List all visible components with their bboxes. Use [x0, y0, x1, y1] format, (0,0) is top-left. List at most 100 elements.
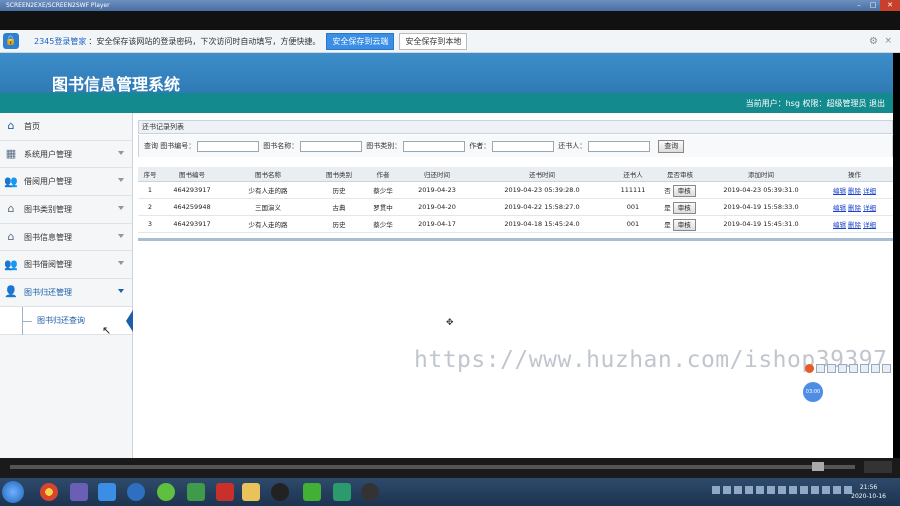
col-header: 图书类别	[314, 167, 364, 182]
sidebar-item-home[interactable]: ⌂ 首页	[0, 113, 132, 141]
delete-link[interactable]: 删除	[848, 204, 861, 212]
tray-icon[interactable]	[833, 486, 841, 494]
password-manager-brand[interactable]: 2345登录管家	[34, 36, 86, 47]
delete-link[interactable]: 删除	[848, 221, 861, 229]
chrome-icon[interactable]	[40, 483, 58, 501]
user-icon: 👤	[4, 285, 18, 299]
detail-link[interactable]: 详细	[863, 187, 876, 195]
user-info[interactable]: 当前用户：hsg 权限：超级管理员 退出	[746, 98, 885, 109]
sidebar-item-book-borrow[interactable]: 👥 图书借阅管理	[0, 251, 132, 280]
cell-returner: 001	[612, 215, 654, 233]
cell-due: 2019-04-20	[402, 198, 472, 216]
tray-icon[interactable]	[712, 486, 720, 494]
sidebar-item-book-info[interactable]: ⌂ 图书信息管理	[0, 224, 132, 252]
tray-icon[interactable]	[723, 486, 731, 494]
col-header: 图书名称	[222, 167, 314, 182]
book-no-input[interactable]	[197, 140, 260, 152]
media-icon[interactable]	[70, 483, 88, 501]
ime-tools-icon[interactable]	[882, 364, 891, 373]
gear-icon[interactable]: ⚙	[869, 36, 878, 47]
maximize-icon[interactable]: □	[866, 0, 880, 11]
tray-icon[interactable]	[756, 486, 764, 494]
ime-lang-icon[interactable]	[816, 364, 825, 373]
tray-icon[interactable]	[800, 486, 808, 494]
ime-emoji-icon[interactable]	[838, 364, 847, 373]
cell-category: 古典	[314, 198, 364, 216]
tray-icon[interactable]	[767, 486, 775, 494]
cell-returner: 001	[612, 198, 654, 216]
browser-icon[interactable]	[127, 483, 145, 501]
cell-returner: 111111	[612, 181, 654, 199]
ime-toolbar[interactable]	[805, 364, 891, 373]
taskbar-clock[interactable]: 21:56 2020-10-16	[851, 483, 886, 501]
wechat-icon[interactable]	[303, 483, 321, 501]
edit-link[interactable]: 编辑	[833, 221, 846, 229]
returner-input[interactable]	[588, 140, 651, 152]
ime-skin-icon[interactable]	[871, 364, 880, 373]
folder-icon[interactable]	[242, 483, 260, 501]
tray-icon[interactable]	[734, 486, 742, 494]
360-icon[interactable]	[157, 483, 175, 501]
cell-returned: 2019-04-23 05:39:28.0	[472, 181, 612, 199]
author-input[interactable]	[492, 140, 555, 152]
progress-track[interactable]	[10, 465, 855, 469]
clock-date: 2020-10-16	[851, 493, 886, 500]
audit-button[interactable]: 审核	[672, 218, 696, 231]
category-input[interactable]	[403, 140, 466, 152]
table-header-row: 序号 图书编号 图书名称 图书类别 作者 归还时间 还书时间 还书人 是否审核 …	[138, 167, 893, 182]
close-icon[interactable]: ✕	[880, 0, 900, 11]
cell-returned: 2019-04-22 15:58:27.0	[472, 198, 612, 216]
sidebar-item-book-categories[interactable]: ⌂ 图书类别管理	[0, 196, 132, 224]
eclipse-icon[interactable]	[361, 483, 379, 501]
cell-author: 蔡少华	[364, 181, 402, 199]
search-button[interactable]: 查询	[658, 139, 685, 153]
audit-button[interactable]: 审核	[672, 201, 696, 214]
audit-status: 是	[664, 220, 671, 229]
delete-link[interactable]: 删除	[848, 187, 861, 195]
main-content: 还书记录列表 查询 图书编号： 图书名称： 图书类别： 作者： 还书人： 查询 …	[133, 113, 893, 458]
tray-icon[interactable]	[778, 486, 786, 494]
cell-book-no: 464259948	[162, 198, 222, 216]
tray-icon[interactable]	[745, 486, 753, 494]
floating-timer-bubble[interactable]: 03:00	[803, 382, 823, 402]
baidu-netdisk-icon[interactable]	[98, 483, 116, 501]
flash-icon[interactable]	[216, 483, 234, 501]
browser-toolbar-area	[0, 11, 900, 30]
sidebar-subitem-return-query[interactable]: 图书归还查询	[0, 306, 133, 335]
sidebar-item-system-users[interactable]: ▦ 系统用户管理	[0, 141, 132, 169]
save-cloud-button[interactable]: 安全保存到云端	[326, 32, 395, 50]
ime-punct-icon[interactable]	[827, 364, 836, 373]
ime-logo-icon[interactable]	[805, 364, 814, 373]
progress-handle[interactable]	[812, 462, 824, 471]
save-local-button[interactable]: 安全保存到本地	[399, 32, 468, 50]
tray-icon[interactable]	[822, 486, 830, 494]
book-name-input[interactable]	[300, 140, 363, 152]
edit-link[interactable]: 编辑	[833, 204, 846, 212]
ime-voice-icon[interactable]	[849, 364, 858, 373]
recorder-icon[interactable]	[333, 483, 351, 501]
audit-status: 是	[664, 203, 671, 212]
spreadsheet-icon[interactable]	[187, 483, 205, 501]
edit-link[interactable]: 编辑	[833, 187, 846, 195]
sidebar-item-label: 图书类别管理	[24, 204, 72, 214]
sidebar-item-book-return[interactable]: 👤 图书归还管理	[0, 279, 132, 307]
close-icon[interactable]: ×	[884, 36, 892, 46]
tray-icon[interactable]	[789, 486, 797, 494]
qq-icon[interactable]	[271, 483, 289, 501]
audit-button[interactable]: 审核	[672, 184, 696, 197]
detail-link[interactable]: 详细	[863, 204, 876, 212]
ime-keyboard-icon[interactable]	[860, 364, 869, 373]
start-button[interactable]	[2, 481, 24, 503]
audit-status: 否	[664, 186, 671, 195]
minimize-icon[interactable]: –	[852, 0, 866, 11]
system-tray[interactable]	[712, 486, 852, 494]
tray-icon[interactable]	[811, 486, 819, 494]
player-controls[interactable]	[864, 461, 892, 473]
filter-author-label: 作者：	[469, 142, 491, 150]
user-info-bar: 当前用户：hsg 权限：超级管理员 退出	[0, 93, 893, 113]
cell-actions: 编辑 删除 详细	[816, 198, 893, 216]
tree-branch	[22, 320, 32, 322]
detail-link[interactable]: 详细	[863, 221, 876, 229]
sidebar-subitem-label: 图书归还查询	[37, 315, 85, 325]
sidebar-item-borrow-users[interactable]: 👥 借阅用户管理	[0, 168, 132, 197]
